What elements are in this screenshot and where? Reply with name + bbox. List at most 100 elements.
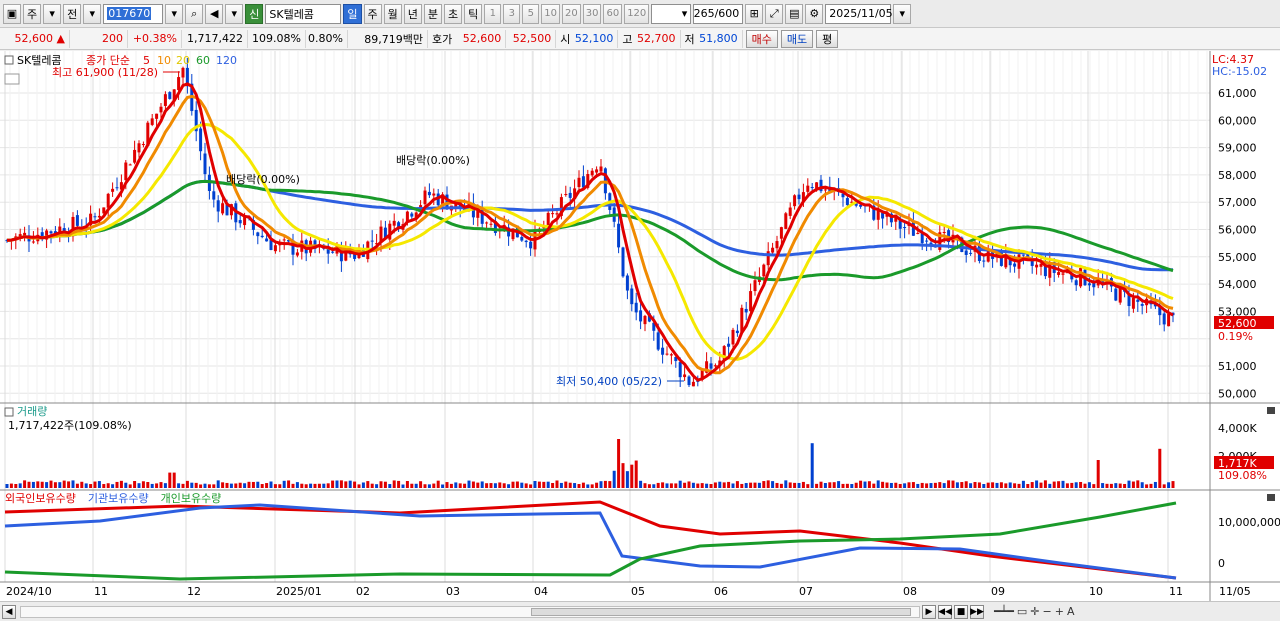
minute-5[interactable]: 5 <box>522 3 540 24</box>
scroll-thumb[interactable] <box>531 607 911 616</box>
volume-bar <box>520 482 524 488</box>
period-week[interactable]: 주 <box>363 3 382 24</box>
candle-body <box>181 67 185 78</box>
price-y-axis: 61,000 60,000 59,000 58,000 57,000 56,000 55,0… <box>1218 87 1257 400</box>
candle-body <box>410 213 414 217</box>
volume-bar <box>361 482 365 488</box>
volume-bar <box>291 483 295 488</box>
volume-bar <box>1140 482 1144 488</box>
chart-type-icon[interactable]: ▭ <box>1017 605 1027 618</box>
dropdown-icon[interactable]: ▾ <box>83 3 102 24</box>
bottom-bar: ◀ ▶ ◀◀ ■ ▶▶ ━┷━ ▭ ✛ − + A <box>0 601 1280 621</box>
candle-body <box>282 239 286 241</box>
last-price-pct: 0.19% <box>1218 330 1253 343</box>
minute-120[interactable]: 120 <box>624 3 650 24</box>
dropdown-icon[interactable]: ▾ <box>43 3 62 24</box>
play-icon[interactable]: ▶ <box>922 604 936 619</box>
panel-close-icon[interactable] <box>1267 494 1275 501</box>
zoom-slider-icon[interactable]: ━┷━ <box>994 605 1014 618</box>
volume-bar <box>185 480 189 488</box>
date-input[interactable]: 2025/11/05 <box>825 3 893 24</box>
candle-body <box>687 376 691 386</box>
dividend-marker-2: 배당락(0.00%) <box>396 154 470 167</box>
candle-body <box>31 241 35 243</box>
search-icon[interactable]: ⌕ <box>185 3 204 24</box>
count-input[interactable]: 265/600 <box>693 3 744 24</box>
week-button[interactable]: 주 <box>23 3 42 24</box>
period-year[interactable]: 년 <box>403 3 422 24</box>
candle-body <box>1061 273 1065 275</box>
candle-body <box>1074 280 1078 286</box>
stock-code-input[interactable]: 017670 <box>103 3 164 24</box>
volume-bar <box>546 481 550 488</box>
minute-30[interactable]: 30 <box>582 3 602 24</box>
period-second[interactable]: 초 <box>444 3 463 24</box>
tools-icon[interactable]: ⊞ <box>745 3 764 24</box>
sell-button[interactable]: 매도 <box>780 29 814 48</box>
volume-bar <box>634 460 638 488</box>
volume-bar <box>31 481 35 488</box>
zoom-in-icon[interactable]: + <box>1055 605 1064 618</box>
candle-body <box>1167 313 1171 327</box>
volume-bar <box>1131 481 1135 488</box>
minute-60[interactable]: 60 <box>603 3 623 24</box>
period-month[interactable]: 월 <box>383 3 402 24</box>
volume-bar <box>115 481 119 488</box>
scroll-left-icon[interactable]: ◀ <box>2 604 16 619</box>
volume-bar <box>691 482 695 488</box>
zoom-out-icon[interactable]: − <box>1043 605 1052 618</box>
rewind-icon[interactable]: ◀◀ <box>938 604 952 619</box>
panel-icon[interactable] <box>4 55 14 65</box>
ma10-label: 10 <box>157 54 171 67</box>
chart-area[interactable]: 61,000 60,000 59,000 58,000 57,000 56,000 55,0… <box>0 51 1280 601</box>
font-icon[interactable]: A <box>1067 605 1075 618</box>
crosshair-icon[interactable]: ✛ <box>1030 605 1039 618</box>
layout-icon[interactable]: ▣ <box>3 3 21 24</box>
candle-body <box>916 232 920 234</box>
volume-bar <box>207 484 211 488</box>
dropdown-icon[interactable]: ▾ <box>225 3 244 24</box>
turnover-rate: 0.80% <box>306 29 348 48</box>
panel-toggle-icon[interactable] <box>4 73 20 85</box>
volume-bar <box>1057 481 1061 488</box>
scrollbar[interactable] <box>20 605 920 618</box>
volume-bar <box>977 482 981 488</box>
volume-bar <box>986 482 990 488</box>
stop-icon[interactable]: ■ <box>954 604 968 619</box>
forward-icon[interactable]: ▶▶ <box>970 604 984 619</box>
save-icon[interactable]: ▤ <box>785 3 804 24</box>
panel-close-icon[interactable] <box>1267 407 1275 414</box>
period-day[interactable]: 일 <box>343 3 362 24</box>
minute-10[interactable]: 10 <box>541 3 560 24</box>
avg-button[interactable]: 평 <box>816 29 839 48</box>
volume-bar <box>36 481 40 488</box>
volume-bar <box>392 480 396 488</box>
speaker-icon[interactable]: ◀ <box>205 3 224 24</box>
prev-button[interactable]: 전 <box>63 3 82 24</box>
buy-button[interactable]: 매수 <box>745 29 778 48</box>
draw-icon[interactable]: ⤢ <box>765 3 784 24</box>
volume-bar <box>489 483 493 488</box>
volume-bar <box>1004 483 1008 488</box>
trade-amount: 89,719백만 <box>348 29 428 48</box>
candle-body <box>665 353 669 355</box>
volume-bar <box>1092 484 1096 488</box>
volume-bar <box>432 483 436 488</box>
high-marker: 최고 61,900 (11/28) <box>52 66 158 79</box>
candle-body <box>964 250 968 255</box>
minute-1[interactable]: 1 <box>484 3 502 24</box>
volume-bar <box>793 482 797 488</box>
panel-icon[interactable] <box>4 407 14 417</box>
gear-icon[interactable]: ⚙ <box>805 3 824 24</box>
volume-bar <box>1145 484 1149 488</box>
minute-3[interactable]: 3 <box>503 3 521 24</box>
volume-bar <box>529 484 533 488</box>
interval-select[interactable]: ▾ <box>651 3 692 24</box>
volume-bar <box>744 483 748 488</box>
period-tick[interactable]: 틱 <box>464 3 483 24</box>
period-minute[interactable]: 분 <box>423 3 442 24</box>
code-dropdown-icon[interactable]: ▾ <box>165 3 184 24</box>
volume-bar <box>845 483 849 488</box>
minute-20[interactable]: 20 <box>561 3 581 24</box>
date-dropdown-icon[interactable]: ▾ <box>893 3 912 24</box>
